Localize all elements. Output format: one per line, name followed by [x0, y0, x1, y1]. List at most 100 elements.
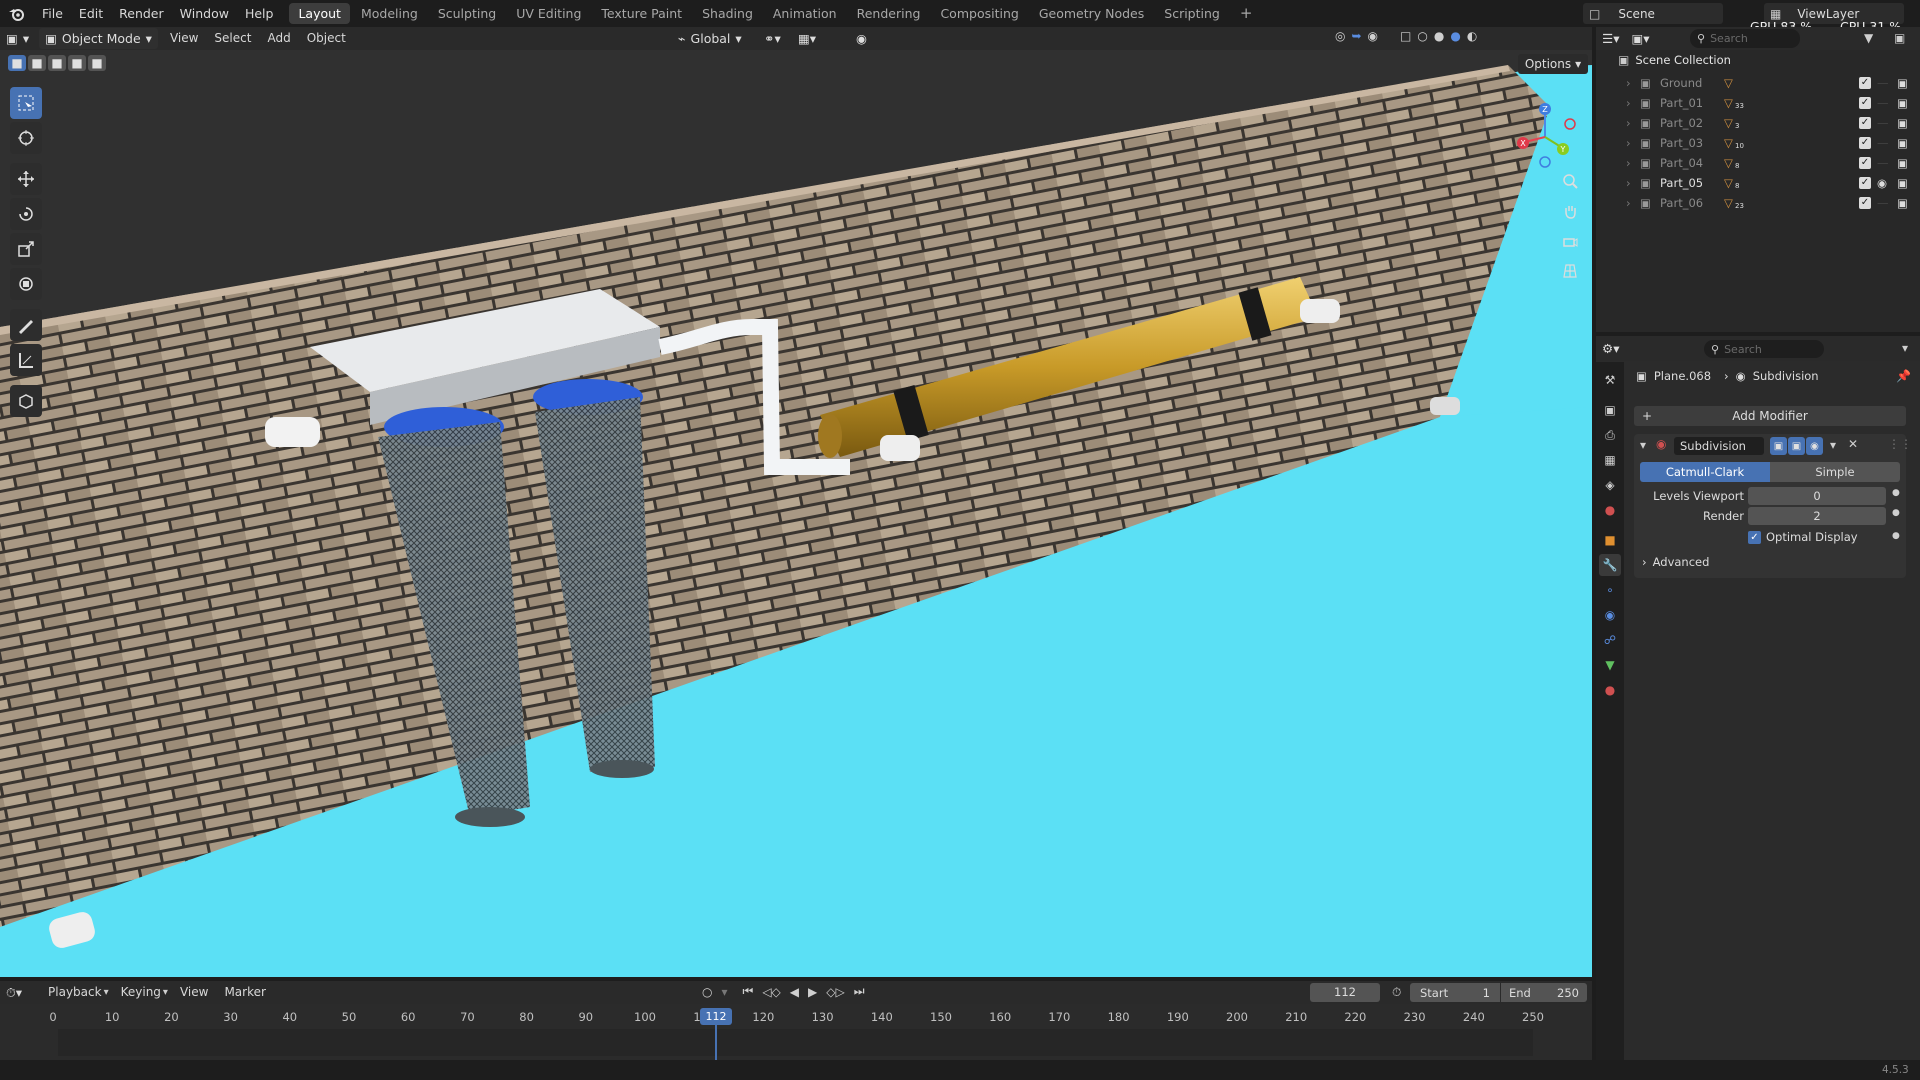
measure-tool-icon[interactable]: [10, 344, 42, 376]
jump-start-icon[interactable]: ⏮: [743, 984, 754, 999]
menu-help[interactable]: Help: [237, 0, 282, 27]
pivot-selector[interactable]: ⚭▾: [758, 28, 787, 49]
constraints-tab-icon[interactable]: ☍: [1599, 629, 1621, 651]
select-intersect-icon[interactable]: ■: [88, 55, 106, 71]
material-tab-icon[interactable]: ●: [1599, 679, 1621, 701]
checkbox-checked-icon[interactable]: ✓: [1859, 117, 1871, 129]
properties-search[interactable]: ⚲ Search: [1704, 340, 1824, 358]
stopwatch-icon[interactable]: ⏱: [1392, 985, 1401, 1000]
camera-render-icon[interactable]: ▣: [1897, 96, 1908, 110]
outliner-row-part_04[interactable]: › ▣ Part_04 ▽ 8 ✓ — ▣: [1596, 153, 1908, 173]
eye-hidden-icon[interactable]: —: [1877, 96, 1889, 110]
blender-logo-icon[interactable]: [0, 0, 34, 27]
tab-animation[interactable]: Animation: [764, 3, 846, 24]
chevron-down-icon[interactable]: ▾: [721, 985, 727, 999]
scene-collection-row[interactable]: ▣ Scene Collection: [1618, 53, 1731, 67]
auto-keying-icon[interactable]: ○: [702, 985, 712, 999]
chevron-down-icon[interactable]: ▾: [1902, 341, 1908, 355]
chevron-right-icon[interactable]: ›: [1626, 176, 1631, 190]
outliner-row-part_03[interactable]: › ▣ Part_03 ▽ 10 ✓ — ▣: [1596, 133, 1908, 153]
zoom-icon[interactable]: [1556, 167, 1584, 195]
eye-hidden-icon[interactable]: —: [1877, 76, 1889, 90]
current-frame-field[interactable]: 112: [1310, 983, 1380, 1002]
render-tab-icon[interactable]: ▣: [1599, 399, 1621, 421]
viewport-menu-object[interactable]: Object: [299, 27, 354, 52]
tab-texture-paint[interactable]: Texture Paint: [592, 3, 691, 24]
chevron-right-icon[interactable]: ›: [1626, 156, 1631, 170]
checkbox-checked-icon[interactable]: ✓: [1859, 137, 1871, 149]
editor-type-menu[interactable]: ⏱▾: [0, 982, 28, 1003]
menu-file[interactable]: File: [34, 0, 71, 27]
editmode-toggle-icon[interactable]: ▣: [1770, 437, 1787, 455]
transform-tool-icon[interactable]: [10, 268, 42, 300]
menu-render[interactable]: Render: [111, 0, 172, 27]
viewport-toggle-icon[interactable]: ▣: [1788, 437, 1805, 455]
tab-modeling[interactable]: Modeling: [352, 3, 427, 24]
scale-tool-icon[interactable]: [10, 233, 42, 265]
rotate-tool-icon[interactable]: [10, 198, 42, 230]
viewport[interactable]: ▣ ▾ ▣ Object Mode ▾ View Select Add Object ⌁…: [0, 27, 1592, 977]
checkbox-checked-icon[interactable]: ✓: [1859, 177, 1871, 189]
object-tab-icon[interactable]: ■: [1599, 529, 1621, 551]
camera-render-icon[interactable]: ▣: [1897, 116, 1908, 130]
render-toggle-icon[interactable]: ◉: [1806, 437, 1823, 455]
select-new-icon[interactable]: ■: [8, 55, 26, 71]
play-reverse-icon[interactable]: ◀: [790, 985, 799, 999]
tool-tab-icon[interactable]: ⚒: [1599, 369, 1621, 391]
chevron-right-icon[interactable]: ›: [1626, 136, 1631, 150]
world-tab-icon[interactable]: ●: [1599, 499, 1621, 521]
perspective-toggle-icon[interactable]: [1556, 257, 1584, 285]
editor-type-menu[interactable]: ▣ ▾: [0, 28, 35, 49]
timeline-menu-marker[interactable]: Marker: [216, 979, 273, 1006]
options-dropdown[interactable]: Options ▾: [1518, 54, 1588, 74]
solid-shading-icon[interactable]: ●: [1434, 29, 1444, 43]
annotate-tool-icon[interactable]: [10, 309, 42, 341]
viewport-menu-view[interactable]: View: [162, 27, 206, 52]
keyframe-area[interactable]: [58, 1029, 1533, 1056]
tab-rendering[interactable]: Rendering: [848, 3, 930, 24]
prev-keyframe-icon[interactable]: ◁◇: [762, 985, 780, 999]
wireframe-shading-icon[interactable]: ○: [1417, 29, 1427, 43]
editor-type-menu[interactable]: ⚙▾: [1596, 338, 1625, 359]
next-keyframe-icon[interactable]: ◇▷: [826, 985, 844, 999]
camera-render-icon[interactable]: ▣: [1897, 76, 1908, 90]
viewport-menu-select[interactable]: Select: [206, 27, 259, 52]
data-tab-icon[interactable]: ▼: [1599, 654, 1621, 676]
select-subtract-icon[interactable]: ■: [48, 55, 66, 71]
editor-type-menu[interactable]: ☰▾: [1596, 28, 1625, 49]
chevron-right-icon[interactable]: ›: [1626, 116, 1631, 130]
menu-edit[interactable]: Edit: [71, 0, 111, 27]
tab-compositing[interactable]: Compositing: [931, 3, 1027, 24]
tab-scripting[interactable]: Scripting: [1155, 3, 1229, 24]
xray-toggle-icon[interactable]: □: [1400, 29, 1411, 43]
outliner-row-part_05[interactable]: › ▣ Part_05 ▽ 8 ✓ ◉ ▣: [1596, 173, 1908, 193]
tab-layout[interactable]: Layout: [289, 3, 350, 24]
playhead-frame-badge[interactable]: 112: [700, 1008, 732, 1025]
outliner-row-ground[interactable]: › ▣ Ground ▽ ✓ — ▣: [1596, 73, 1908, 93]
checkbox-checked-icon[interactable]: ✓: [1859, 197, 1871, 209]
checkbox-checked-icon[interactable]: ✓: [1859, 97, 1871, 109]
chevron-right-icon[interactable]: ›: [1626, 196, 1631, 210]
remove-modifier-icon[interactable]: ✕: [1848, 437, 1858, 451]
material-shading-icon[interactable]: ●: [1450, 29, 1460, 43]
eye-hidden-icon[interactable]: —: [1877, 196, 1889, 210]
drag-handle-icon[interactable]: ⋮⋮: [1888, 437, 1912, 451]
timeline-menu-keying[interactable]: Keying: [113, 979, 169, 1006]
move-tool-icon[interactable]: [10, 163, 42, 195]
camera-render-icon[interactable]: ▣: [1897, 196, 1908, 210]
camera-render-icon[interactable]: ▣: [1897, 176, 1908, 190]
outliner-row-part_02[interactable]: › ▣ Part_02 ▽ 3 ✓ — ▣: [1596, 113, 1908, 133]
select-difference-icon[interactable]: ■: [68, 55, 86, 71]
view-layer-tab-icon[interactable]: ▦: [1599, 449, 1621, 471]
add-modifier-button[interactable]: + Add Modifier: [1634, 406, 1906, 426]
eye-hidden-icon[interactable]: —: [1877, 156, 1889, 170]
select-extend-icon[interactable]: ■: [28, 55, 46, 71]
eye-hidden-icon[interactable]: —: [1877, 136, 1889, 150]
select-box-tool-icon[interactable]: [10, 87, 42, 119]
start-frame-field[interactable]: Start 1: [1410, 983, 1500, 1002]
checkbox-checked-icon[interactable]: ✓: [1859, 157, 1871, 169]
play-icon[interactable]: ▶: [808, 985, 817, 999]
camera-render-icon[interactable]: ▣: [1897, 136, 1908, 150]
scene-selector[interactable]: □ Scene: [1583, 3, 1723, 24]
render-levels-field[interactable]: 2: [1748, 507, 1886, 525]
